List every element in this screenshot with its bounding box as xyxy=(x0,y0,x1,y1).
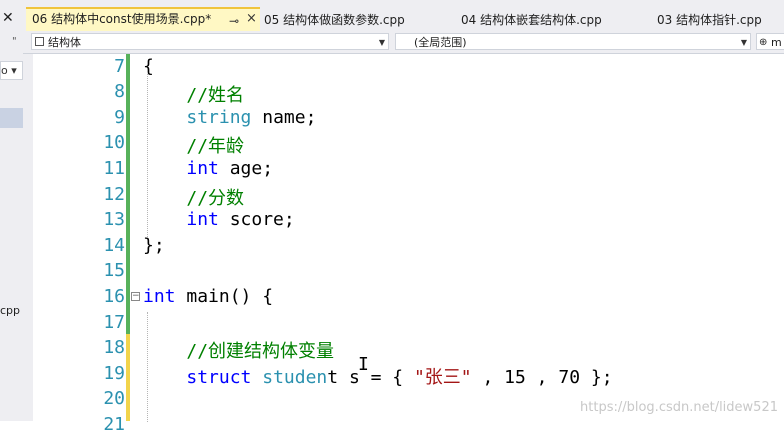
tab-04-nested-struct[interactable]: 04 结构体嵌套结构体.cpp xyxy=(461,9,602,31)
project-scope-dropdown[interactable]: 结构体 ▼ xyxy=(31,33,389,50)
explorer-selected-item[interactable] xyxy=(0,108,23,128)
code-line: //姓名 xyxy=(186,85,245,106)
project-scope-label: 结构体 xyxy=(48,36,81,49)
line-number: 10 xyxy=(103,132,125,153)
saved-change-bar xyxy=(126,54,130,334)
chevron-down-icon: ▼ xyxy=(740,38,747,47)
editor-left-margin xyxy=(23,54,33,421)
line-number: 7 xyxy=(114,56,125,77)
code-line: string name; xyxy=(186,107,317,128)
pin-icon[interactable]: " xyxy=(12,36,17,47)
tab-label: 05 结构体做函数参数.cpp xyxy=(264,13,405,27)
tab-05-function-param[interactable]: 05 结构体做函数参数.cpp xyxy=(264,9,405,31)
code-line: //分数 xyxy=(186,188,245,209)
tab-label: 06 结构体中const使用场景.cpp* xyxy=(32,12,212,26)
code-line: int age; xyxy=(186,158,274,179)
line-number: 9 xyxy=(114,107,125,128)
tab-03-struct-pointer[interactable]: 03 结构体指针.cpp xyxy=(657,9,762,31)
text-cursor-icon: I xyxy=(358,354,369,375)
code-line: }; xyxy=(143,235,165,256)
document-tab-bar: 06 结构体中const使用场景.cpp* ⊸ × 05 结构体做函数参数.cp… xyxy=(23,0,784,31)
project-icon xyxy=(35,37,44,46)
code-line: { xyxy=(143,56,154,77)
explorer-filter-dropdown[interactable]: o ▾ xyxy=(0,61,23,80)
line-number: 8 xyxy=(114,81,125,102)
tab-label: 04 结构体嵌套结构体.cpp xyxy=(461,13,602,27)
code-editor[interactable]: 7 8 9 10 11 12 13 14 15 16 17 18 19 20 2… xyxy=(23,54,784,435)
solution-explorer-strip: ✕ " o ▾ cpp xyxy=(0,0,24,421)
member-dropdown[interactable]: m ⊕ xyxy=(756,33,784,50)
line-number: 18 xyxy=(103,337,125,358)
watermark: https://blog.csdn.net/lidew521 xyxy=(580,400,778,415)
navigation-bar: 结构体 ▼ (全局范围) ▼ m ⊕ xyxy=(23,31,784,54)
code-line: struct student s = { "张三" , 15 , 70 }; xyxy=(186,367,613,388)
member-icon: ⊕ xyxy=(759,37,768,48)
code-line: //创建结构体变量 xyxy=(186,341,335,362)
close-tab-icon[interactable]: × xyxy=(246,9,257,29)
line-number: 14 xyxy=(103,235,125,256)
explorer-file-item[interactable]: cpp xyxy=(0,304,20,317)
line-number: 11 xyxy=(103,158,125,179)
line-number: 21 xyxy=(103,414,125,435)
line-number: 19 xyxy=(103,363,125,384)
pin-icon[interactable]: ⊸ xyxy=(229,11,239,31)
collapse-icon[interactable]: − xyxy=(131,292,140,301)
unsaved-change-bar xyxy=(126,334,130,421)
line-number: 15 xyxy=(103,260,125,281)
line-number: 12 xyxy=(103,184,125,205)
tab-label: 03 结构体指针.cpp xyxy=(657,13,762,27)
code-line: //年龄 xyxy=(186,136,245,157)
code-line: int score; xyxy=(186,209,295,230)
line-number: 13 xyxy=(103,209,125,230)
line-number: 20 xyxy=(103,388,125,409)
global-scope-label: (全局范围) xyxy=(414,36,467,49)
chevron-down-icon: ▼ xyxy=(378,38,385,47)
line-number: 16 xyxy=(103,286,125,307)
code-line: int main() { xyxy=(143,286,274,307)
line-number: 17 xyxy=(103,312,125,333)
member-label: m xyxy=(771,36,782,49)
global-scope-dropdown[interactable]: (全局范围) ▼ xyxy=(395,33,751,50)
tab-06-const[interactable]: 06 结构体中const使用场景.cpp* ⊸ × xyxy=(26,7,260,31)
close-icon[interactable]: ✕ xyxy=(2,10,14,26)
